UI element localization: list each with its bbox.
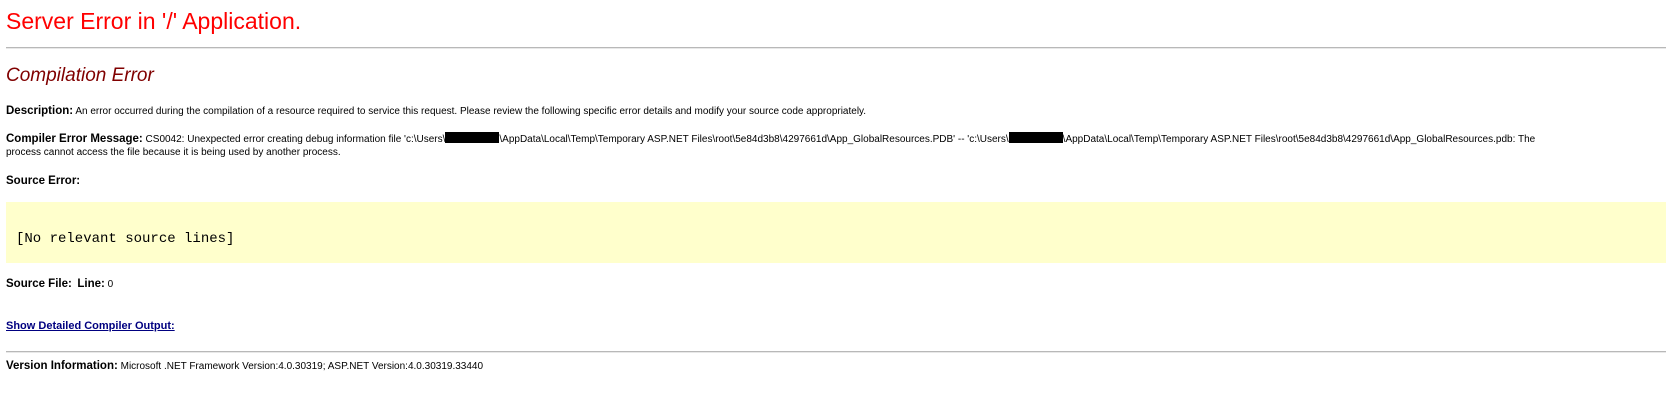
compiler-message-line-1: Compiler Error Message: CS0042: Unexpect… xyxy=(6,132,1535,147)
version-text: Microsoft .NET Framework Version:4.0.303… xyxy=(120,361,484,372)
source-error-label: Source Error: xyxy=(6,175,81,187)
compiler-message-part-1: CS0042: Unexpected error creating debug … xyxy=(145,134,446,145)
bottom-divider xyxy=(6,351,1666,353)
error-type-heading: Compilation Error xyxy=(6,65,154,86)
line-label: Line: xyxy=(77,278,105,290)
version-label: Version Information: xyxy=(6,360,118,372)
source-error-text: [No relevant source lines] xyxy=(16,231,235,247)
source-file-label: Source File: xyxy=(6,278,72,290)
source-file-line: Source File: Line: 0 xyxy=(6,277,113,292)
show-detailed-compiler-output-link[interactable]: Show Detailed Compiler Output: xyxy=(6,319,175,333)
source-error-line: Source Error: xyxy=(6,174,80,189)
error-page: Server Error in '/' Application. Compila… xyxy=(0,0,1666,412)
source-error-box: [No relevant source lines] xyxy=(6,202,1666,263)
compiler-message-part-2: \AppData\Local\Temp\Temporary ASP.NET Fi… xyxy=(499,134,1009,145)
description-text: An error occurred during the compilation… xyxy=(75,106,867,117)
compiler-message-label: Compiler Error Message: xyxy=(6,133,143,145)
description-line: Description: An error occurred during th… xyxy=(6,104,866,119)
redacted-username-1 xyxy=(445,132,500,143)
compiler-message-part-3: \AppData\Local\Temp\Temporary ASP.NET Fi… xyxy=(1062,134,1536,145)
redacted-username-2 xyxy=(1008,132,1063,143)
version-information-line: Version Information: Microsoft .NET Fram… xyxy=(6,359,483,374)
page-title: Server Error in '/' Application. xyxy=(6,8,302,34)
compiler-message-line-2: process cannot access the file because i… xyxy=(6,147,341,158)
top-divider xyxy=(6,47,1666,49)
description-label: Description: xyxy=(6,105,74,117)
line-value: 0 xyxy=(107,279,114,290)
